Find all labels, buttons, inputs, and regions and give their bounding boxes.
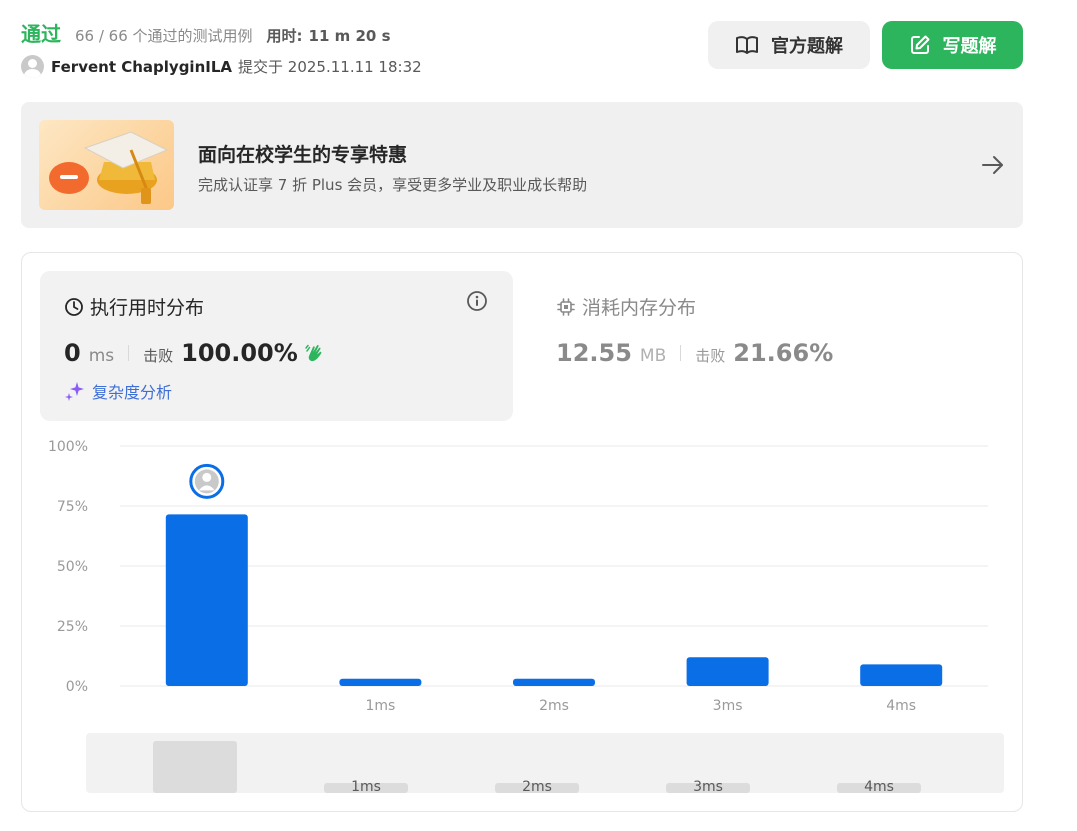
book-open-icon bbox=[736, 36, 758, 54]
y-tick-label: 25% bbox=[57, 619, 88, 635]
promo-subtitle: 完成认证享 7 折 Plus 会员，享受更多学业及职业成长帮助 bbox=[198, 176, 588, 194]
avatar[interactable] bbox=[21, 55, 44, 78]
chart-bar[interactable] bbox=[686, 657, 769, 686]
x-tick-label: 4ms bbox=[886, 698, 916, 714]
scroller-label: 1ms bbox=[351, 779, 381, 793]
runtime-distribution-chart[interactable]: 100% 75% 50% 25% 0% 1ms 2ms 3ms 4ms bbox=[22, 253, 1022, 723]
scroller-label: 2ms bbox=[522, 779, 552, 793]
chart-bar[interactable] bbox=[339, 678, 422, 686]
status-line: 通过 66 / 66 个通过的测试用例 用时: 11 m 20 s bbox=[21, 18, 391, 47]
status-badge: 通过 bbox=[21, 22, 61, 46]
scroller-bar bbox=[153, 741, 237, 793]
y-tick-label: 0% bbox=[66, 679, 88, 695]
x-tick-label: 2ms bbox=[539, 698, 569, 714]
official-solution-button[interactable]: 官方题解 bbox=[708, 21, 870, 69]
write-solution-label: 写题解 bbox=[942, 36, 997, 57]
x-tick-label: 1ms bbox=[365, 698, 395, 714]
scroller-label: 3ms bbox=[693, 779, 723, 793]
chart-bar[interactable] bbox=[165, 514, 248, 686]
elapsed-label: 用时: bbox=[266, 27, 303, 45]
promo-title: 面向在校学生的专享特惠 bbox=[198, 144, 408, 166]
official-solution-label: 官方题解 bbox=[771, 36, 843, 57]
submitted-time: 提交于 2025.11.11 18:32 bbox=[238, 58, 422, 76]
testcase-count: 66 / 66 个通过的测试用例 bbox=[75, 27, 253, 45]
submitter-name[interactable]: Fervent ChaplyginILA bbox=[51, 58, 232, 76]
y-tick-label: 50% bbox=[57, 559, 88, 575]
arrow-right-icon[interactable] bbox=[981, 154, 1005, 176]
scroller-label: 4ms bbox=[864, 779, 894, 793]
y-tick-label: 75% bbox=[57, 499, 88, 515]
result-header: 通过 66 / 66 个通过的测试用例 用时: 11 m 20 s Ferven… bbox=[21, 18, 1023, 82]
chart-range-scroller[interactable]: 1ms 2ms 3ms 4ms bbox=[86, 733, 1004, 793]
student-promo-banner[interactable]: 面向在校学生的专享特惠 完成认证享 7 折 Plus 会员，享受更多学业及职业成… bbox=[21, 102, 1023, 228]
avatar-head bbox=[202, 472, 212, 482]
edit-icon bbox=[910, 35, 929, 54]
chart-bar[interactable] bbox=[513, 678, 595, 686]
write-solution-button[interactable]: 写题解 bbox=[882, 21, 1023, 69]
submitter-line: Fervent ChaplyginILA 提交于 2025.11.11 18:3… bbox=[21, 55, 422, 78]
elapsed-value: 11 m 20 s bbox=[308, 27, 391, 45]
y-tick-label: 100% bbox=[48, 439, 88, 455]
graduation-cap-icon bbox=[39, 120, 174, 210]
performance-card: 执行用时分布 0 ms 击败 100.00% 复杂度分析 消耗内存分布 12.5… bbox=[21, 252, 1023, 812]
x-tick-label: 3ms bbox=[713, 698, 743, 714]
chart-bar[interactable] bbox=[860, 664, 943, 686]
